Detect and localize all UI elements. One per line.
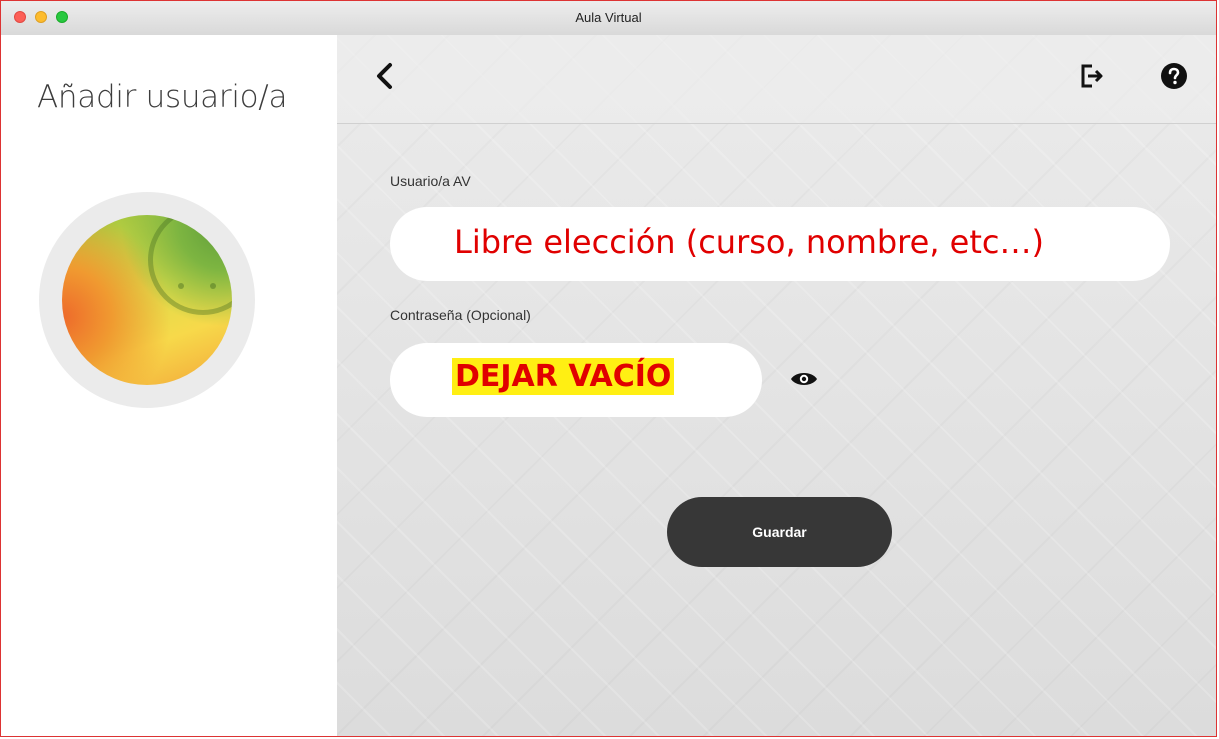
main-panel: Usuario/a AV Libre elección (curso, nomb… <box>337 35 1216 736</box>
avatar-eye-icon <box>178 283 184 289</box>
username-label: Usuario/a AV <box>390 173 471 189</box>
question-circle-icon <box>1161 63 1187 89</box>
avatar[interactable] <box>62 215 232 385</box>
app-window: Aula Virtual Añadir usuario/a Usuario/a … <box>0 0 1217 737</box>
avatar-frame <box>39 192 255 408</box>
password-label: Contraseña (Opcional) <box>390 307 531 323</box>
username-input[interactable]: Libre elección (curso, nombre, etc…) <box>390 207 1170 281</box>
window-title: Aula Virtual <box>575 10 642 25</box>
avatar-eye-icon <box>210 283 216 289</box>
logout-button[interactable] <box>1079 63 1105 89</box>
top-toolbar <box>337 35 1216 124</box>
eye-icon <box>791 373 817 385</box>
sidebar: Añadir usuario/a <box>1 35 337 736</box>
password-annotation: DEJAR VACÍO <box>452 358 675 395</box>
title-bar: Aula Virtual <box>1 1 1216 36</box>
show-password-toggle[interactable] <box>789 369 819 389</box>
help-button[interactable] <box>1160 62 1188 90</box>
chevron-left-icon <box>377 63 392 89</box>
save-button[interactable]: Guardar <box>667 497 892 567</box>
logout-icon <box>1081 64 1103 88</box>
page-title: Añadir usuario/a <box>37 79 288 115</box>
back-button[interactable] <box>373 61 397 91</box>
password-input[interactable]: DEJAR VACÍO <box>390 343 762 417</box>
username-annotation: Libre elección (curso, nombre, etc…) <box>454 223 1044 261</box>
avatar-face-icon <box>148 215 232 315</box>
